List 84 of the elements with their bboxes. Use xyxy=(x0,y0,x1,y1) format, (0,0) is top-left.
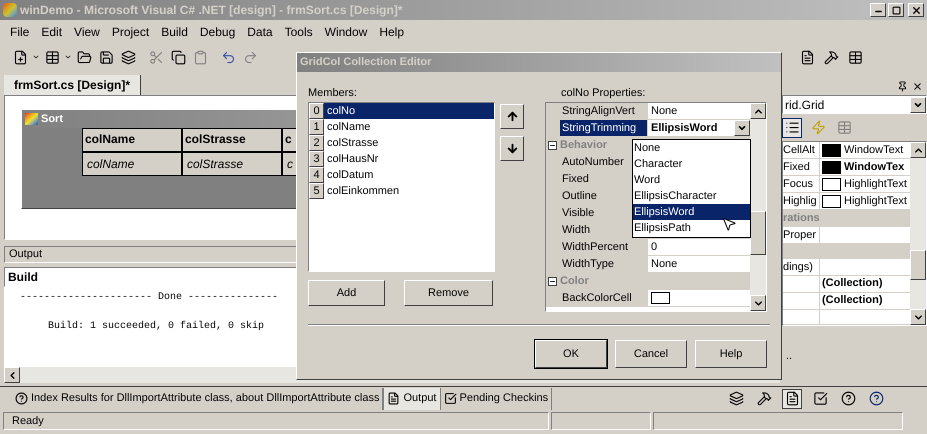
property-name[interactable]: CellAlt xyxy=(783,144,815,156)
member-item[interactable]: colNo xyxy=(324,103,494,119)
dropdown-button[interactable] xyxy=(910,96,926,112)
dropdown-option[interactable]: EllipsisWord xyxy=(633,204,750,220)
output-line: ---------------------- Done --------------- xyxy=(20,291,278,305)
member-index: 5 xyxy=(309,183,324,199)
menu-item[interactable]: File xyxy=(6,23,34,41)
category-label: Color xyxy=(560,274,589,290)
property-value[interactable]: HighlightText xyxy=(844,176,907,192)
property-name[interactable]: StringTrimming xyxy=(560,120,648,136)
grid-header-cell: colStrasse xyxy=(182,128,282,152)
dropdown-option[interactable]: None xyxy=(633,140,750,156)
member-index: 2 xyxy=(309,135,324,151)
scroll-thumb[interactable] xyxy=(910,250,926,280)
category-label: rations xyxy=(783,211,820,226)
menu-item[interactable]: Window xyxy=(320,23,372,41)
menu-item[interactable]: Project xyxy=(108,23,154,41)
property-value[interactable]: (Collection) xyxy=(822,275,882,292)
property-name[interactable]: Fixed xyxy=(783,161,810,173)
close-button[interactable] xyxy=(908,3,924,17)
output-line: Build: 1 succeeded, 0 failed, 0 skip xyxy=(48,320,264,334)
menu-item[interactable]: View xyxy=(70,23,104,41)
scroll-down-button[interactable] xyxy=(750,295,766,311)
document-tab[interactable]: frmSort.cs [Design]* xyxy=(4,75,142,95)
menu-item[interactable]: Help xyxy=(375,23,408,41)
dropdown-button[interactable] xyxy=(734,120,750,136)
minimize-button[interactable] xyxy=(870,3,886,17)
member-button[interactable]: Add xyxy=(308,280,385,306)
dialog-button[interactable]: Help xyxy=(695,340,767,368)
members-label: Members: xyxy=(308,86,358,101)
property-name[interactable]: Proper xyxy=(783,228,816,240)
app-icon xyxy=(3,3,17,17)
dialog-title: GridCol Collection Editor xyxy=(300,55,432,70)
up-arrow-icon xyxy=(506,110,518,123)
move-down-button[interactable] xyxy=(500,136,524,161)
property-name[interactable]: Highlig xyxy=(783,195,817,207)
property-name[interactable]: Focus xyxy=(783,178,813,190)
scroll-up-button[interactable] xyxy=(910,142,926,158)
grid-cell: colName xyxy=(82,152,182,176)
menu-item[interactable]: Edit xyxy=(37,23,66,41)
dialog-button[interactable]: Cancel xyxy=(615,340,687,368)
dialog-button[interactable]: OK xyxy=(535,340,607,368)
member-index: 4 xyxy=(309,167,324,183)
scroll-down-button[interactable] xyxy=(910,309,926,325)
property-name[interactable]: dings) xyxy=(783,260,813,273)
property-value[interactable]: (Collection) xyxy=(822,292,882,309)
member-button[interactable]: Remove xyxy=(404,280,493,306)
grid-header-cell: colName xyxy=(82,128,182,152)
collapse-icon[interactable] xyxy=(548,277,557,286)
menu-item[interactable]: Data xyxy=(243,23,277,41)
scroll-up-button[interactable] xyxy=(750,103,766,119)
member-item[interactable]: colEinkommen xyxy=(324,183,494,199)
maximize-icon xyxy=(892,6,900,14)
down-arrow-icon xyxy=(506,142,518,155)
window-title: winDemo - Microsoft Visual C# .NET [design] - frmSort.cs [Design]* xyxy=(20,2,402,19)
scroll-thumb[interactable] xyxy=(750,211,766,255)
bottom-tab[interactable]: Output xyxy=(383,388,440,410)
status-text: Ready xyxy=(3,412,549,430)
bottom-tab[interactable]: Pending Checkins xyxy=(440,388,552,410)
member-index: 3 xyxy=(309,151,324,167)
grid-cell: colStrasse xyxy=(182,152,282,176)
description-text: .. xyxy=(786,348,792,364)
properties-view-icon[interactable] xyxy=(782,118,802,138)
members-list[interactable]: 0 colNo 1 colName 2 colStrasse 3 colHausNr 4 colDatum 5 colEinkommen xyxy=(308,102,495,272)
property-value[interactable]: WindowText xyxy=(844,142,904,158)
member-index: 1 xyxy=(309,119,324,135)
maximize-button[interactable] xyxy=(888,3,904,17)
form-icon xyxy=(25,113,38,125)
property-value[interactable]: HighlightText xyxy=(844,192,907,210)
category-label: Behavior xyxy=(560,138,608,154)
close-icon xyxy=(910,4,922,16)
scroll-left-button[interactable] xyxy=(4,367,20,383)
move-up-button[interactable] xyxy=(500,104,524,129)
member-index: 0 xyxy=(309,103,324,119)
object-selector[interactable]: rid.Grid xyxy=(782,95,927,114)
menu-item[interactable]: Debug xyxy=(196,23,240,41)
menu-item[interactable]: Build xyxy=(157,23,192,41)
property-value[interactable]: WindowTex xyxy=(844,158,904,176)
menu-item[interactable]: Tools xyxy=(280,23,317,41)
collapse-icon[interactable] xyxy=(548,141,557,150)
pin-icon[interactable] xyxy=(897,81,908,92)
properties-label: colNo Properties: xyxy=(560,86,646,101)
form-title: Sort xyxy=(41,112,63,127)
close-icon[interactable] xyxy=(912,81,923,92)
